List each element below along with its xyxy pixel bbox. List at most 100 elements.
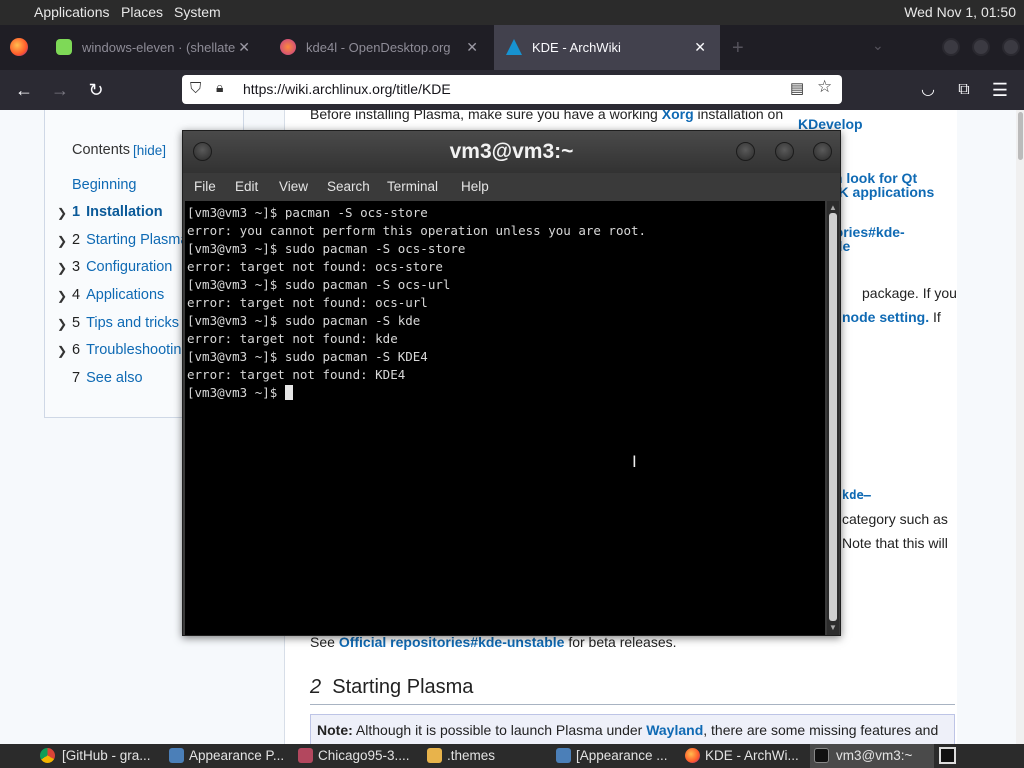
toc-item-installation[interactable]: 1 Installation — [72, 204, 163, 220]
places-menu[interactable]: Places — [121, 4, 163, 20]
url-text[interactable]: https://wiki.archlinux.org/title/KDE — [243, 81, 451, 97]
toc-hide-link[interactable]: [hide] — [133, 143, 166, 158]
page-scrollbar-thumb[interactable] — [1018, 112, 1023, 160]
tab-windows-eleven[interactable]: windows-eleven · (shellate ✕ — [42, 25, 264, 70]
tab-close-icon[interactable]: ✕ — [466, 25, 478, 70]
reload-icon[interactable]: ↻ — [85, 79, 107, 101]
forward-icon[interactable]: → — [49, 79, 71, 101]
terminal-window[interactable]: vm3@vm3:~ File Edit View Search Terminal… — [182, 130, 841, 636]
chevron-right-icon[interactable]: ❯ — [57, 261, 67, 275]
firefox-icon — [685, 748, 700, 763]
task-kde-archwiki[interactable]: KDE - ArchWi... — [683, 744, 807, 768]
menu-search[interactable]: Search — [327, 179, 370, 194]
task-themes-folder[interactable]: .themes — [425, 744, 549, 768]
menu-file[interactable]: File — [194, 179, 216, 194]
toc-title: Contents — [72, 142, 131, 158]
browser-tab-bar: windows-eleven · (shellate ✕ kde4l - Ope… — [0, 25, 1024, 70]
close-icon[interactable] — [813, 142, 832, 161]
menu-edit[interactable]: Edit — [235, 179, 258, 194]
terminal-prompt-line[interactable]: [vm3@vm3 ~]$ — [187, 385, 293, 400]
scroll-down-icon[interactable]: ▼ — [829, 623, 837, 632]
taskbar: [GitHub - gra... Appearance P... Chicago… — [0, 744, 1024, 768]
terminal-line: [vm3@vm3 ~]$ sudo pacman -S ocs-url — [187, 277, 451, 292]
lock-icon[interactable]: 🔒︎ — [216, 79, 223, 96]
task-chicago95[interactable]: Chicago95-3.... — [296, 744, 420, 768]
chrome-icon — [40, 748, 55, 763]
see-unstable-paragraph: See Official repositories#kde-unstable f… — [310, 634, 677, 650]
show-desktop-icon[interactable] — [939, 747, 956, 764]
terminal-line: [vm3@vm3 ~]$ sudo pacman -S ocs-store — [187, 241, 466, 256]
bookmark-star-icon[interactable]: ☆ — [817, 77, 832, 97]
maximize-icon[interactable] — [972, 38, 990, 56]
appearance-icon — [169, 748, 184, 763]
pocket-icon[interactable]: ◡ — [917, 79, 939, 101]
terminal-line: error: target not found: ocs-store — [187, 259, 443, 274]
terminal-line: [vm3@vm3 ~]$ sudo pacman -S KDE4 — [187, 349, 428, 364]
folder-icon — [427, 748, 442, 763]
opendesktop-icon — [280, 39, 296, 55]
toc-item-tips[interactable]: 5 Tips and tricks — [72, 315, 179, 331]
terminal-line: error: target not found: kde — [187, 331, 398, 346]
maximize-icon[interactable] — [775, 142, 794, 161]
task-github[interactable]: [GitHub - gra... — [38, 744, 162, 768]
wayland-link[interactable]: Wayland — [646, 722, 703, 738]
clock[interactable]: Wed Nov 1, 01:50 — [904, 4, 1016, 20]
node-setting-link[interactable]: node setting. — [842, 309, 929, 325]
firefox-icon[interactable] — [10, 38, 28, 56]
gtk-apps-link[interactable]: TK applications — [830, 184, 934, 200]
toc-item-troubleshooting[interactable]: 6 Troubleshooting — [72, 342, 190, 358]
unstable-repo-link[interactable]: Official repositories#kde-unstable — [339, 634, 565, 650]
applications-menu[interactable]: Applications — [34, 4, 110, 20]
terminal-title-bar[interactable]: vm3@vm3:~ — [183, 131, 840, 173]
browser-nav-bar: ← → ↻ ⛉ 🔒︎ https://wiki.archlinux.org/ti… — [0, 70, 1024, 110]
minimize-icon[interactable] — [736, 142, 755, 161]
terminal-line: error: target not found: ocs-url — [187, 295, 428, 310]
toc-item-beginning[interactable]: Beginning — [72, 177, 137, 193]
chevron-right-icon[interactable]: ❯ — [57, 234, 67, 248]
toc-item-see-also[interactable]: 7 See also — [72, 370, 143, 386]
task-appearance-2[interactable]: [Appearance ... — [554, 744, 678, 768]
menu-help[interactable]: Help — [461, 179, 489, 194]
kde-package-link[interactable]: kde– — [842, 488, 871, 502]
tab-close-icon[interactable]: ✕ — [238, 25, 250, 70]
terminal-line: [vm3@vm3 ~]$ sudo pacman -S kde — [187, 313, 421, 328]
chevron-right-icon[interactable]: ❯ — [57, 344, 67, 358]
toc-item-configuration[interactable]: 3 Configuration — [72, 259, 172, 275]
terminal-icon — [814, 748, 829, 763]
terminal-scrollbar[interactable]: ▲ ▼ — [827, 201, 839, 635]
shield-icon[interactable]: ⛉ — [190, 80, 201, 97]
scroll-up-icon[interactable]: ▲ — [829, 203, 837, 212]
back-icon[interactable]: ← — [13, 79, 35, 101]
category-text: category such as — [842, 511, 948, 527]
task-terminal[interactable]: vm3@vm3:~ — [810, 744, 934, 768]
close-window-icon[interactable] — [1002, 38, 1020, 56]
xorg-link[interactable]: Xorg — [662, 110, 694, 122]
toc-item-applications[interactable]: 4 Applications — [72, 287, 164, 303]
tab-opendesktop[interactable]: kde4l - OpenDesktop.org ✕ — [266, 25, 492, 70]
url-bar[interactable]: ⛉ 🔒︎ https://wiki.archlinux.org/title/KD… — [182, 75, 842, 104]
terminal-menubar: File Edit View Search Terminal Help — [183, 173, 840, 200]
extensions-icon[interactable]: ⧉ — [953, 79, 975, 101]
page-scrollbar[interactable] — [1016, 110, 1024, 744]
menu-terminal[interactable]: Terminal — [387, 179, 438, 194]
toc-item-starting-plasma[interactable]: 2 Starting Plasma — [72, 232, 188, 248]
system-menu[interactable]: System — [174, 4, 221, 20]
appearance-icon — [556, 748, 571, 763]
new-tab-icon[interactable]: + — [732, 37, 744, 60]
reader-view-icon[interactable]: ▤ — [790, 79, 804, 97]
task-appearance-preferences[interactable]: Appearance P... — [167, 744, 291, 768]
tab-kde-archwiki[interactable]: KDE - ArchWiki ✕ — [494, 25, 720, 70]
chevron-right-icon[interactable]: ❯ — [57, 317, 67, 331]
chevron-right-icon[interactable]: ❯ — [57, 289, 67, 303]
terminal-line: error: you cannot perform this operation… — [187, 223, 647, 238]
chevron-right-icon[interactable]: ❯ — [57, 206, 67, 220]
tab-close-icon[interactable]: ✕ — [694, 25, 706, 70]
menu-view[interactable]: View — [279, 179, 308, 194]
text-cursor — [284, 385, 293, 400]
terminal-screen[interactable]: [vm3@vm3 ~]$ pacman -S ocs-store error: … — [185, 201, 825, 635]
package-text: package. If you — [862, 285, 957, 301]
list-tabs-icon[interactable]: ⌄ — [872, 37, 884, 54]
minimize-icon[interactable] — [942, 38, 960, 56]
hamburger-menu-icon[interactable]: ☰ — [989, 79, 1011, 101]
terminal-scrollbar-thumb[interactable] — [829, 213, 837, 621]
